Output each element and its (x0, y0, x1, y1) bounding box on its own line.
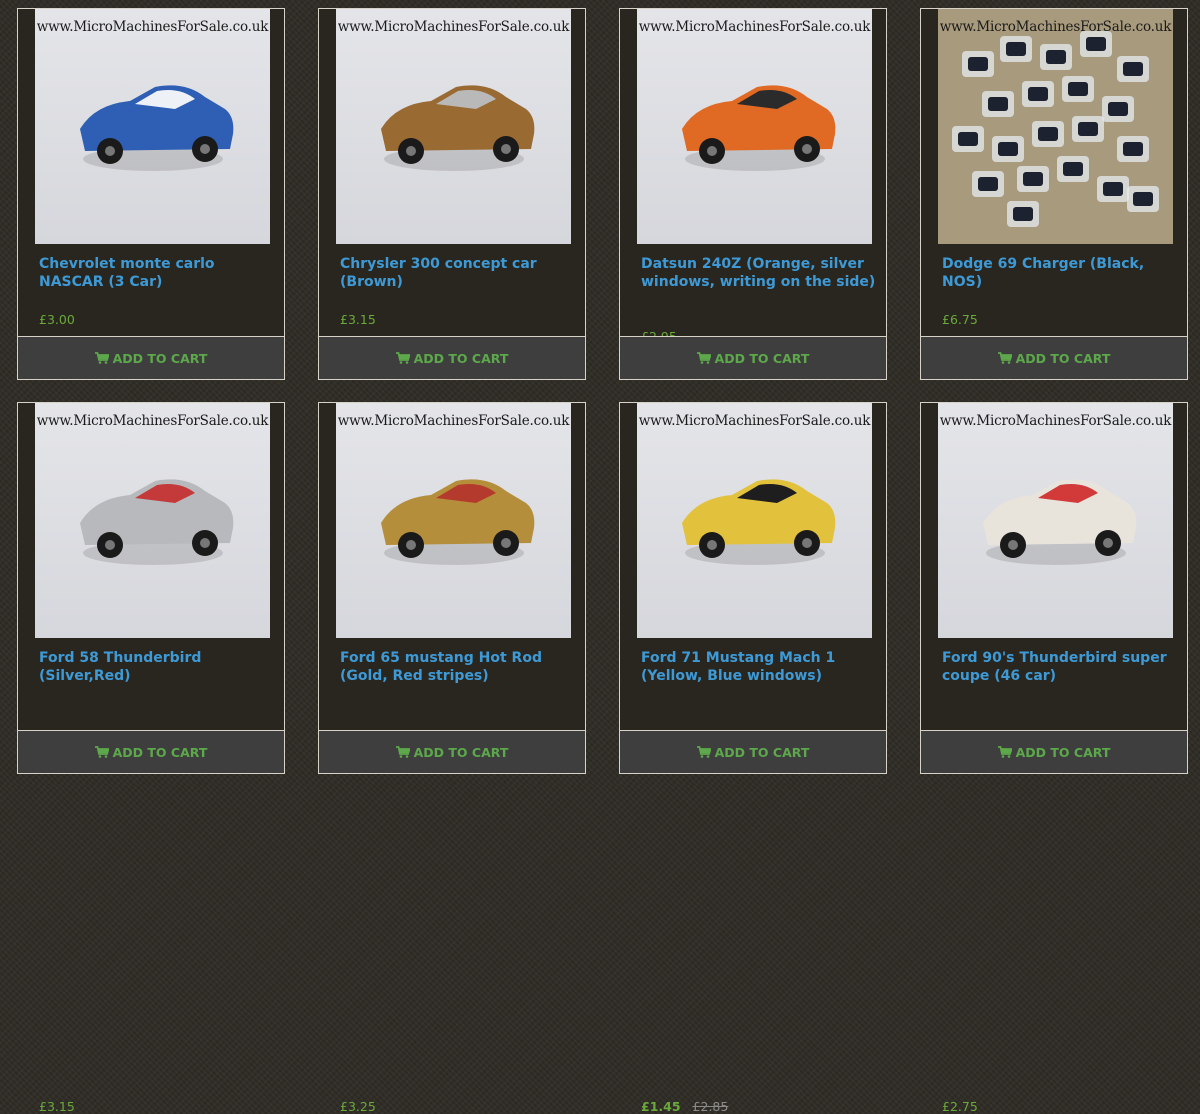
add-to-cart-button[interactable]: ADD TO CART (17, 730, 285, 774)
add-to-cart-label: ADD TO CART (714, 350, 810, 366)
product-card: www.MicroMachinesForSale.co.uk Ford 58 Th… (17, 402, 285, 1114)
image-watermark: www.MicroMachinesForSale.co.uk (638, 413, 871, 429)
product-image[interactable]: www.MicroMachinesForSale.co.uk (35, 9, 270, 244)
current-price: £6.75 (942, 312, 978, 327)
product-price: £1.45 £2.85 (641, 1099, 728, 1114)
toy-car-illustration (381, 85, 535, 171)
image-watermark: www.MicroMachinesForSale.co.uk (939, 413, 1172, 429)
product-card: www.MicroMachinesForSale.co.uk Ford 71 Mu… (619, 402, 887, 1114)
toy-car-illustration (80, 479, 234, 565)
add-to-cart-button[interactable]: ADD TO CART (619, 730, 887, 774)
image-watermark: www.MicroMachinesForSale.co.uk (939, 19, 1172, 35)
add-to-cart-label: ADD TO CART (112, 744, 208, 760)
original-price: £2.85 (692, 1099, 729, 1114)
shopping-cart-icon (997, 746, 1012, 758)
product-image[interactable]: www.MicroMachinesForSale.co.uk (938, 9, 1173, 244)
product-title-link[interactable]: Dodge 69 Charger (Black, NOS) (942, 256, 1182, 291)
product-title-link[interactable]: Datsun 240Z (Orange, silver windows, wri… (641, 256, 881, 291)
current-price: £3.00 (39, 312, 75, 327)
current-price: £3.15 (39, 1099, 75, 1114)
product-title-link[interactable]: Chrysler 300 concept car (Brown) (340, 256, 580, 291)
image-watermark: www.MicroMachinesForSale.co.uk (36, 413, 269, 429)
add-to-cart-label: ADD TO CART (413, 350, 509, 366)
add-to-cart-button[interactable]: ADD TO CART (318, 336, 586, 380)
shopping-cart-icon (395, 352, 410, 364)
product-title-link[interactable]: Chevrolet monte carlo NASCAR (3 Car) (39, 256, 279, 291)
add-to-cart-label: ADD TO CART (1015, 744, 1111, 760)
product-image[interactable]: www.MicroMachinesForSale.co.uk (35, 403, 270, 638)
add-to-cart-button[interactable]: ADD TO CART (619, 336, 887, 380)
current-price: £3.25 (340, 1099, 376, 1114)
product-image[interactable]: www.MicroMachinesForSale.co.uk (637, 9, 872, 244)
shopping-cart-icon (94, 746, 109, 758)
add-to-cart-label: ADD TO CART (112, 350, 208, 366)
add-to-cart-label: ADD TO CART (413, 744, 509, 760)
product-card: www.MicroMachinesForSale.co.uk Dodge 69 C… (920, 8, 1188, 380)
toy-car-illustration (682, 479, 836, 565)
product-card: www.MicroMachinesForSale.co.uk Chevrolet … (17, 8, 285, 380)
product-title-link[interactable]: Ford 58 Thunderbird (Silver,Red) (39, 650, 279, 685)
product-price: £2.75 (942, 1099, 978, 1114)
product-image[interactable]: www.MicroMachinesForSale.co.uk (938, 403, 1173, 638)
add-to-cart-label: ADD TO CART (1015, 350, 1111, 366)
toy-car-illustration (983, 479, 1137, 565)
product-title-link[interactable]: Ford 90's Thunderbird super coupe (46 ca… (942, 650, 1182, 685)
toy-car-illustration (80, 85, 234, 171)
add-to-cart-button[interactable]: ADD TO CART (318, 730, 586, 774)
shopping-cart-icon (997, 352, 1012, 364)
product-image[interactable]: www.MicroMachinesForSale.co.uk (637, 403, 872, 638)
product-price: £3.15 (340, 312, 376, 327)
product-price: £3.25 (340, 1099, 376, 1114)
product-card: www.MicroMachinesForSale.co.uk Ford 65 mu… (318, 402, 586, 1114)
product-title-link[interactable]: Ford 65 mustang Hot Rod (Gold, Red strip… (340, 650, 580, 685)
add-to-cart-button[interactable]: ADD TO CART (920, 336, 1188, 380)
product-price: £3.15 (39, 1099, 75, 1114)
product-image[interactable]: www.MicroMachinesForSale.co.uk (336, 403, 571, 638)
product-price: £6.75 (942, 312, 978, 327)
image-watermark: www.MicroMachinesForSale.co.uk (36, 19, 269, 35)
product-price: £3.00 (39, 312, 75, 327)
current-price: £1.45 (641, 1099, 681, 1114)
shopping-cart-icon (395, 746, 410, 758)
current-price: £2.75 (942, 1099, 978, 1114)
image-watermark: www.MicroMachinesForSale.co.uk (638, 19, 871, 35)
product-card: www.MicroMachinesForSale.co.uk Ford 90's … (920, 402, 1188, 1114)
image-watermark: www.MicroMachinesForSale.co.uk (337, 19, 570, 35)
shopping-cart-icon (94, 352, 109, 364)
image-watermark: www.MicroMachinesForSale.co.uk (337, 413, 570, 429)
add-to-cart-button[interactable]: ADD TO CART (17, 336, 285, 380)
product-image[interactable]: www.MicroMachinesForSale.co.uk (336, 9, 571, 244)
shopping-cart-icon (696, 746, 711, 758)
add-to-cart-button[interactable]: ADD TO CART (920, 730, 1188, 774)
toy-car-illustration (381, 479, 535, 565)
product-card: www.MicroMachinesForSale.co.uk Chrysler 3… (318, 8, 586, 380)
product-card: www.MicroMachinesForSale.co.uk Datsun 240… (619, 8, 887, 380)
product-title-link[interactable]: Ford 71 Mustang Mach 1 (Yellow, Blue win… (641, 650, 881, 685)
shopping-cart-icon (696, 352, 711, 364)
toy-car-illustration (682, 85, 836, 171)
add-to-cart-label: ADD TO CART (714, 744, 810, 760)
bagged-cars-illustration (938, 9, 1173, 244)
current-price: £3.15 (340, 312, 376, 327)
